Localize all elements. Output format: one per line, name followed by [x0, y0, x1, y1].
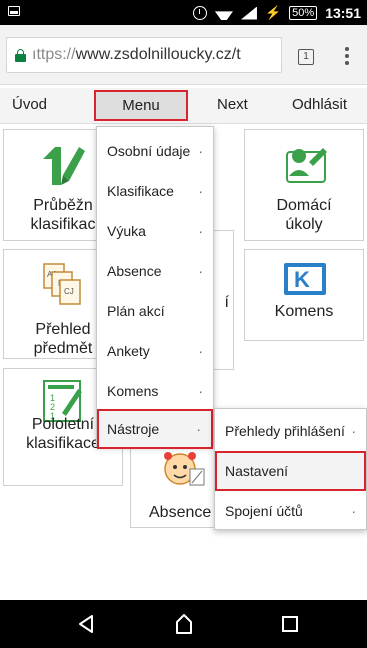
- submenu-arrow-icon: ·: [196, 421, 201, 437]
- komens-icon: K: [284, 263, 326, 295]
- submenu-item-prehledy-prihlaseni[interactable]: Přehledy přihlášení ·: [215, 411, 366, 451]
- menu-item-klasifikace[interactable]: Klasifikace ·: [97, 171, 213, 211]
- status-bar: ⚡ 50% 13:51: [0, 0, 367, 25]
- nav-uvod-link[interactable]: Úvod: [12, 96, 47, 113]
- submenu-item-label: Nastavení: [225, 463, 289, 479]
- browser-toolbar: ıttps://www.zsdolnilloucky.cz/t 1: [0, 25, 367, 85]
- menu-item-label: Výuka: [107, 223, 146, 239]
- submenu-arrow-icon: ·: [198, 383, 203, 399]
- tile-label: Komens: [274, 303, 334, 320]
- status-icons: ⚡ 50% 13:51: [192, 3, 361, 23]
- menu-item-nastroje[interactable]: Nástroje ·: [97, 409, 213, 449]
- grade-one-icon: [43, 147, 85, 185]
- submenu-arrow-icon: ·: [198, 183, 203, 199]
- submenu-arrow-icon: ·: [198, 343, 203, 359]
- wifi-icon: [215, 6, 233, 20]
- menu-item-osobni-udaje[interactable]: Osobní údaje ·: [97, 131, 213, 171]
- main-menu-dropdown: Osobní údaje · Klasifikace · Výuka · Abs…: [96, 126, 214, 449]
- submenu-arrow-icon: ·: [198, 223, 203, 239]
- address-bar[interactable]: ıttps://www.zsdolnilloucky.cz/t: [6, 37, 282, 73]
- overflow-menu-icon[interactable]: [345, 47, 349, 67]
- status-time: 13:51: [325, 5, 361, 21]
- menu-item-label: Ankety: [107, 343, 150, 359]
- menu-item-label: Klasifikace: [107, 183, 174, 199]
- submenu-item-nastaveni[interactable]: Nastavení: [215, 451, 366, 491]
- nav-logout-link[interactable]: Odhlásit: [292, 96, 347, 113]
- charging-icon: ⚡: [264, 5, 282, 20]
- tile-domaci-ukoly[interactable]: Domácí úkoly: [244, 129, 364, 241]
- tools-submenu-dropdown: Přehledy přihlášení · Nastavení Spojení …: [214, 408, 367, 530]
- recents-icon[interactable]: [278, 600, 302, 648]
- menu-item-label: Komens: [107, 383, 159, 399]
- menu-item-plan-akci[interactable]: Plán akcí: [97, 291, 213, 331]
- menu-item-label: Absence: [107, 263, 162, 279]
- submenu-arrow-icon: ·: [351, 423, 356, 439]
- nav-next-link[interactable]: Next: [217, 96, 248, 113]
- back-icon[interactable]: [74, 600, 98, 648]
- submenu-arrow-icon: ·: [351, 503, 356, 519]
- android-nav-bar: [0, 600, 367, 648]
- tile-komens[interactable]: K Komens: [244, 249, 364, 341]
- menu-item-ankety[interactable]: Ankety ·: [97, 331, 213, 371]
- lock-icon: [15, 48, 26, 62]
- url-scheme: ıttps://: [32, 46, 76, 63]
- submenu-item-spojeni-uctu[interactable]: Spojení účtů ·: [215, 491, 366, 531]
- menu-item-komens[interactable]: Komens ·: [97, 371, 213, 411]
- battery-icon: 50%: [289, 6, 318, 20]
- tab-switcher-button[interactable]: 1: [298, 49, 314, 65]
- signal-icon: [240, 6, 257, 20]
- menu-item-vyuka[interactable]: Výuka ·: [97, 211, 213, 251]
- alarm-icon: [192, 6, 207, 20]
- site-nav: Úvod Menu Next Odhlásit: [0, 88, 367, 124]
- url-host: www.zsdolnilloucky.cz/t: [75, 46, 241, 63]
- menu-item-label: Nástroje: [107, 421, 160, 437]
- tile-label-line1: Domácí: [276, 197, 332, 214]
- absence-icon: [164, 452, 205, 486]
- submenu-item-label: Spojení účtů: [225, 503, 303, 519]
- submenu-item-label: Přehledy přihlášení: [225, 423, 345, 439]
- svg-text:K: K: [294, 267, 310, 292]
- homework-icon: [286, 148, 327, 183]
- menu-item-label: Plán akcí: [107, 303, 165, 319]
- url-text[interactable]: ıttps://www.zsdolnilloucky.cz/t: [32, 46, 241, 64]
- submenu-arrow-icon: ·: [198, 143, 203, 159]
- subjects-icon: AJ M CJ: [43, 263, 81, 305]
- screenshot-icon: [8, 6, 20, 16]
- tile-label-line2: úkoly: [285, 216, 323, 233]
- submenu-arrow-icon: ·: [198, 263, 203, 279]
- svg-text:CJ: CJ: [64, 287, 74, 296]
- nav-menu-button[interactable]: Menu: [94, 90, 188, 121]
- menu-item-label: Osobní údaje: [107, 143, 191, 159]
- menu-item-absence[interactable]: Absence ·: [97, 251, 213, 291]
- home-icon[interactable]: [172, 600, 196, 648]
